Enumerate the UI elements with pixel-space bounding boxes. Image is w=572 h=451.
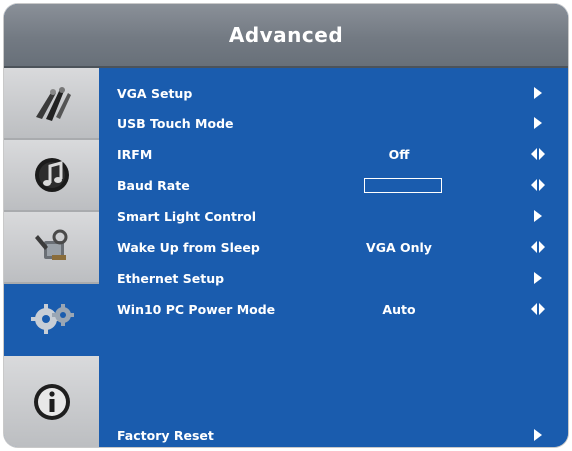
- sidebar-item-advanced[interactable]: [4, 284, 99, 356]
- menu-item-label: Factory Reset: [117, 427, 214, 443]
- menu-item-irfm[interactable]: IRFM Off: [99, 139, 568, 169]
- sidebar-item-settings[interactable]: [4, 212, 99, 284]
- audio-icon: [30, 153, 74, 197]
- arrow-right-icon: [531, 116, 545, 130]
- menu-item-label: Baud Rate: [117, 177, 190, 193]
- sidebar-item-picture[interactable]: [4, 68, 99, 140]
- arrow-right-icon: [531, 271, 545, 285]
- settings-tools-icon: [30, 225, 74, 269]
- arrow-right-icon: [531, 428, 545, 442]
- menu-item-baud-rate[interactable]: Baud Rate: [99, 170, 568, 200]
- baud-rate-value-box[interactable]: [364, 178, 442, 193]
- arrow-left-right-icon[interactable]: [531, 302, 545, 316]
- menu-item-label: Smart Light Control: [117, 208, 257, 224]
- arrow-left-right-icon[interactable]: [531, 178, 545, 192]
- arrow-right-icon: [531, 209, 545, 223]
- menu-item-label: Ethernet Setup: [117, 270, 225, 286]
- menu-item-ethernet-setup[interactable]: Ethernet Setup: [99, 263, 568, 293]
- arrow-right-icon: [531, 86, 545, 100]
- menu-item-label: IRFM: [117, 146, 153, 162]
- menu-item-smart-light-control[interactable]: Smart Light Control: [99, 201, 568, 231]
- menu-item-label: USB Touch Mode: [117, 115, 234, 131]
- menu-item-value: Auto: [382, 301, 416, 317]
- menu-item-label: VGA Setup: [117, 85, 193, 101]
- menu-item-usb-touch-mode[interactable]: USB Touch Mode: [99, 108, 568, 138]
- menu-item-label: Win10 PC Power Mode: [117, 301, 276, 317]
- menu-item-vga-setup[interactable]: VGA Setup: [99, 78, 568, 108]
- sidebar-item-audio[interactable]: [4, 140, 99, 212]
- page-title: Advanced: [228, 23, 344, 47]
- info-icon: [32, 382, 72, 422]
- menu-header: Advanced: [4, 4, 568, 68]
- gears-icon: [28, 301, 76, 337]
- menu-item-wake-up-from-sleep[interactable]: Wake Up from Sleep VGA Only: [99, 232, 568, 262]
- arrow-left-right-icon[interactable]: [531, 147, 545, 161]
- category-sidebar: [4, 68, 99, 447]
- menu-item-win10-pc-power-mode[interactable]: Win10 PC Power Mode Auto: [99, 294, 568, 324]
- picture-tools-icon: [30, 83, 74, 123]
- menu-item-value: Off: [388, 146, 410, 162]
- menu-item-label: Wake Up from Sleep: [117, 239, 260, 255]
- menu-item-value: VGA Only: [366, 239, 432, 255]
- sidebar-item-info[interactable]: [4, 356, 99, 447]
- menu-list: VGA Setup USB Touch Mode IRFM Off Baud R…: [99, 68, 568, 447]
- arrow-left-right-icon[interactable]: [531, 240, 545, 254]
- menu-item-factory-reset[interactable]: Factory Reset: [99, 420, 568, 447]
- osd-menu-panel: Advanced VGA Setup USB Touch Mode IRFM O…: [4, 4, 568, 447]
